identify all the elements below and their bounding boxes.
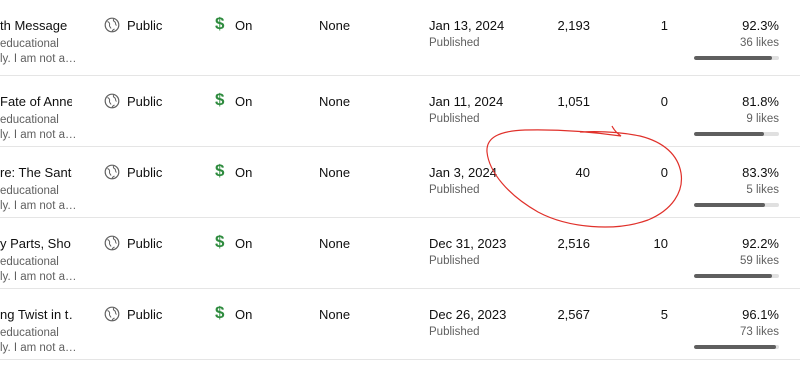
video-description-line1: educational [0,38,59,50]
video-description-line2: ly. I am not a… [0,200,77,212]
publish-date: Jan 13, 2024 [429,18,505,33]
table-row[interactable]: Fate of Anne… educational ly. I am not a… [0,76,800,147]
visibility-value[interactable]: Public [127,94,162,109]
publish-status: Published [429,184,480,196]
comments-count: 0 [660,94,668,109]
like-percentage: 92.2% [742,236,779,251]
publish-date: Jan 11, 2024 [429,94,504,109]
visibility-value[interactable]: Public [127,18,162,33]
video-description-line1: educational [0,114,59,126]
restrictions-value: None [319,307,351,322]
table-row[interactable]: y Parts, Sho… educational ly. I am not a… [0,218,800,289]
visibility-value[interactable]: Public [127,165,162,180]
visibility-value[interactable]: Public [127,307,162,322]
video-description-line2: ly. I am not a… [0,342,77,354]
publish-status: Published [429,113,480,125]
monetization-value: On [235,307,253,322]
table-row[interactable]: re: The Santa… educational ly. I am not … [0,147,800,218]
like-percentage: 81.8% [742,94,779,109]
visibility-value[interactable]: Public [127,236,162,251]
globe-icon [104,93,120,109]
like-percentage: 96.1% [742,307,779,322]
table-row[interactable]: ng Twist in t… educational ly. I am not … [0,289,800,360]
monetization-value: On [235,236,253,251]
video-description-line2: ly. I am not a… [0,129,77,141]
video-description-line1: educational [0,256,59,268]
publish-date: Jan 3, 2024 [429,165,497,180]
restrictions-value: None [319,236,351,251]
monetization-value: On [235,165,253,180]
like-ratio-bar-fill [694,345,776,349]
video-title[interactable]: y Parts, Sho… [0,236,72,251]
comments-count: 10 [653,236,668,251]
restrictions-value: None [319,18,351,33]
views-count: 2,193 [557,18,590,33]
publish-status: Published [429,326,480,338]
monetization-value: On [235,18,253,33]
like-ratio-bar [694,345,779,349]
like-ratio-bar [694,274,779,278]
video-title[interactable]: re: The Santa… [0,165,72,180]
globe-icon [104,17,120,33]
video-title[interactable]: ng Twist in t… [0,307,72,322]
dollar-icon: $ [215,161,225,180]
restrictions-value: None [319,165,351,180]
video-description-line2: ly. I am not a… [0,53,77,65]
table-row[interactable]: th Message … educational ly. I am not a…… [0,0,800,76]
dollar-icon: $ [215,14,225,33]
video-description-line2: ly. I am not a… [0,271,77,283]
comments-count: 5 [660,307,668,322]
comments-count: 1 [660,18,668,33]
video-title[interactable]: Fate of Anne… [0,94,72,109]
comments-count: 0 [660,165,668,180]
monetization-value: On [235,94,253,109]
restrictions-value: None [319,94,351,109]
dollar-icon: $ [215,303,225,322]
views-count: 40 [575,165,590,180]
video-table: th Message … educational ly. I am not a…… [0,0,800,360]
globe-icon [104,235,120,251]
like-ratio-bar [694,56,779,60]
like-percentage: 83.3% [742,165,779,180]
publish-date: Dec 31, 2023 [429,236,507,251]
globe-icon [104,164,120,180]
like-ratio-bar-fill [694,56,773,60]
video-description-line1: educational [0,185,59,197]
globe-icon [104,306,120,322]
likes-count: 36 likes [740,37,779,49]
publish-status: Published [429,37,480,49]
like-ratio-bar [694,203,779,207]
publish-date: Dec 26, 2023 [429,307,507,322]
like-percentage: 92.3% [742,18,779,33]
publish-status: Published [429,255,480,267]
likes-count: 59 likes [740,255,779,267]
like-ratio-bar-fill [694,132,764,136]
video-description-line1: educational [0,327,59,339]
video-title[interactable]: th Message … [0,18,72,33]
likes-count: 73 likes [740,326,779,338]
views-count: 2,516 [557,236,590,251]
views-count: 1,051 [557,94,590,109]
dollar-icon: $ [215,90,225,109]
likes-count: 5 likes [746,184,779,196]
dollar-icon: $ [215,232,225,251]
views-count: 2,567 [557,307,590,322]
like-ratio-bar [694,132,779,136]
like-ratio-bar-fill [694,274,773,278]
likes-count: 9 likes [746,113,779,125]
like-ratio-bar-fill [694,203,765,207]
